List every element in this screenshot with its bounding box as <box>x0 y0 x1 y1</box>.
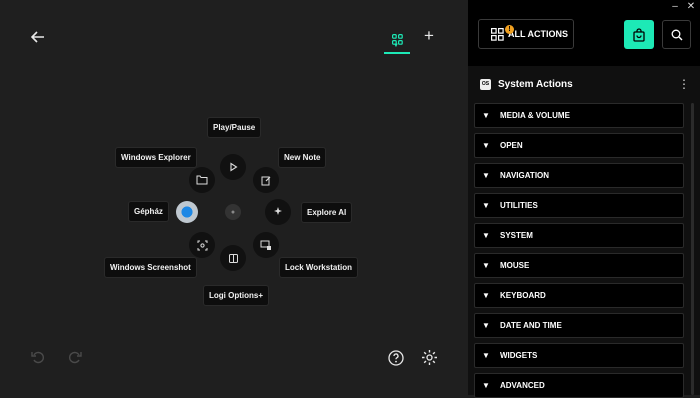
label-gephaz[interactable]: Gépház <box>129 202 168 221</box>
label-windows-screenshot[interactable]: Windows Screenshot <box>105 258 196 277</box>
chevron-down-icon: ▼ <box>482 201 490 210</box>
chevron-down-icon: ▼ <box>482 351 490 360</box>
add-plus-icon[interactable]: + <box>420 26 438 45</box>
screenshot-icon[interactable] <box>189 232 215 258</box>
active-tab-underline <box>384 52 410 54</box>
undo-icon[interactable] <box>29 348 47 366</box>
chevron-down-icon: ▼ <box>482 141 490 150</box>
shopping-bag-icon <box>633 27 645 42</box>
window-minimize-button[interactable]: – <box>668 0 682 14</box>
chevron-down-icon: ▼ <box>482 321 490 330</box>
ai-sparkle-icon[interactable] <box>265 199 291 225</box>
label-logi-options[interactable]: Logi Options+ <box>204 286 268 305</box>
search-button[interactable] <box>662 20 691 49</box>
more-options-kebab-icon[interactable]: ⋮ <box>678 77 690 91</box>
note-edit-icon[interactable] <box>253 167 279 193</box>
category-advanced[interactable]: ▼ ADVANCED <box>474 373 684 398</box>
chevron-down-icon: ▼ <box>482 111 490 120</box>
label-new-note[interactable]: New Note <box>279 148 326 167</box>
panel-scrollbar[interactable] <box>691 103 694 395</box>
label-lock-workstation[interactable]: Lock Workstation <box>280 258 357 277</box>
chevron-down-icon: ▼ <box>482 381 490 390</box>
redo-icon[interactable] <box>66 348 84 366</box>
category-widgets[interactable]: ▼ WIDGETS <box>474 343 684 368</box>
radial-editor-area: ▼ + ● Play/Pause Windows Explorer New No… <box>0 0 468 395</box>
search-icon <box>671 29 682 40</box>
radial-center-node[interactable]: ● <box>225 204 241 220</box>
section-title: System Actions <box>498 78 573 90</box>
category-media-volume[interactable]: ▼ MEDIA & VOLUME <box>474 103 684 128</box>
play-icon[interactable] <box>220 154 246 180</box>
back-arrow-icon[interactable] <box>28 28 48 46</box>
window-close-button[interactable]: ✕ <box>684 0 698 14</box>
category-open[interactable]: ▼ OPEN <box>474 133 684 158</box>
logi-options-icon[interactable] <box>220 245 246 271</box>
all-actions-label: ALL ACTIONS <box>508 29 568 39</box>
category-date-and-time[interactable]: ▼ DATE AND TIME <box>474 313 684 338</box>
marketplace-bag-button[interactable] <box>624 20 654 49</box>
settings-gear-colored-icon[interactable] <box>176 201 198 223</box>
system-actions-header: OS System Actions <box>480 76 690 92</box>
actions-panel: ! ALL ACTIONS OS System Actions ⋮ ▼ MEDIA… <box>468 0 700 398</box>
category-navigation[interactable]: ▼ NAVIGATION <box>474 163 684 188</box>
app-window: ▼ + ● Play/Pause Windows Explorer New No… <box>0 0 700 398</box>
grid-icon <box>491 27 504 41</box>
gear-icon[interactable] <box>419 347 439 367</box>
folder-icon[interactable] <box>189 167 215 193</box>
label-play-pause[interactable]: Play/Pause <box>208 118 261 137</box>
chevron-down-icon: ▼ <box>393 43 399 49</box>
chevron-down-icon: ▼ <box>482 231 490 240</box>
label-windows-explorer[interactable]: Windows Explorer <box>116 148 196 167</box>
chevron-down-icon: ▼ <box>482 261 490 270</box>
radial-grid-tab[interactable]: ▼ <box>384 26 410 54</box>
os-icon: OS <box>480 78 491 90</box>
category-mouse[interactable]: ▼ MOUSE <box>474 253 684 278</box>
chevron-down-icon: ▼ <box>482 171 490 180</box>
label-explore-ai[interactable]: Explore AI <box>302 203 352 222</box>
category-system[interactable]: ▼ SYSTEM <box>474 223 684 248</box>
notification-badge: ! <box>505 25 514 34</box>
chevron-down-icon: ▼ <box>482 291 490 300</box>
panel-topbar: ! ALL ACTIONS <box>468 0 700 66</box>
category-utilities[interactable]: ▼ UTILITIES <box>474 193 684 218</box>
lock-monitor-icon[interactable] <box>253 232 279 258</box>
all-actions-button[interactable]: ! ALL ACTIONS <box>478 19 574 49</box>
category-keyboard[interactable]: ▼ KEYBOARD <box>474 283 684 308</box>
help-question-icon[interactable] <box>386 348 406 368</box>
